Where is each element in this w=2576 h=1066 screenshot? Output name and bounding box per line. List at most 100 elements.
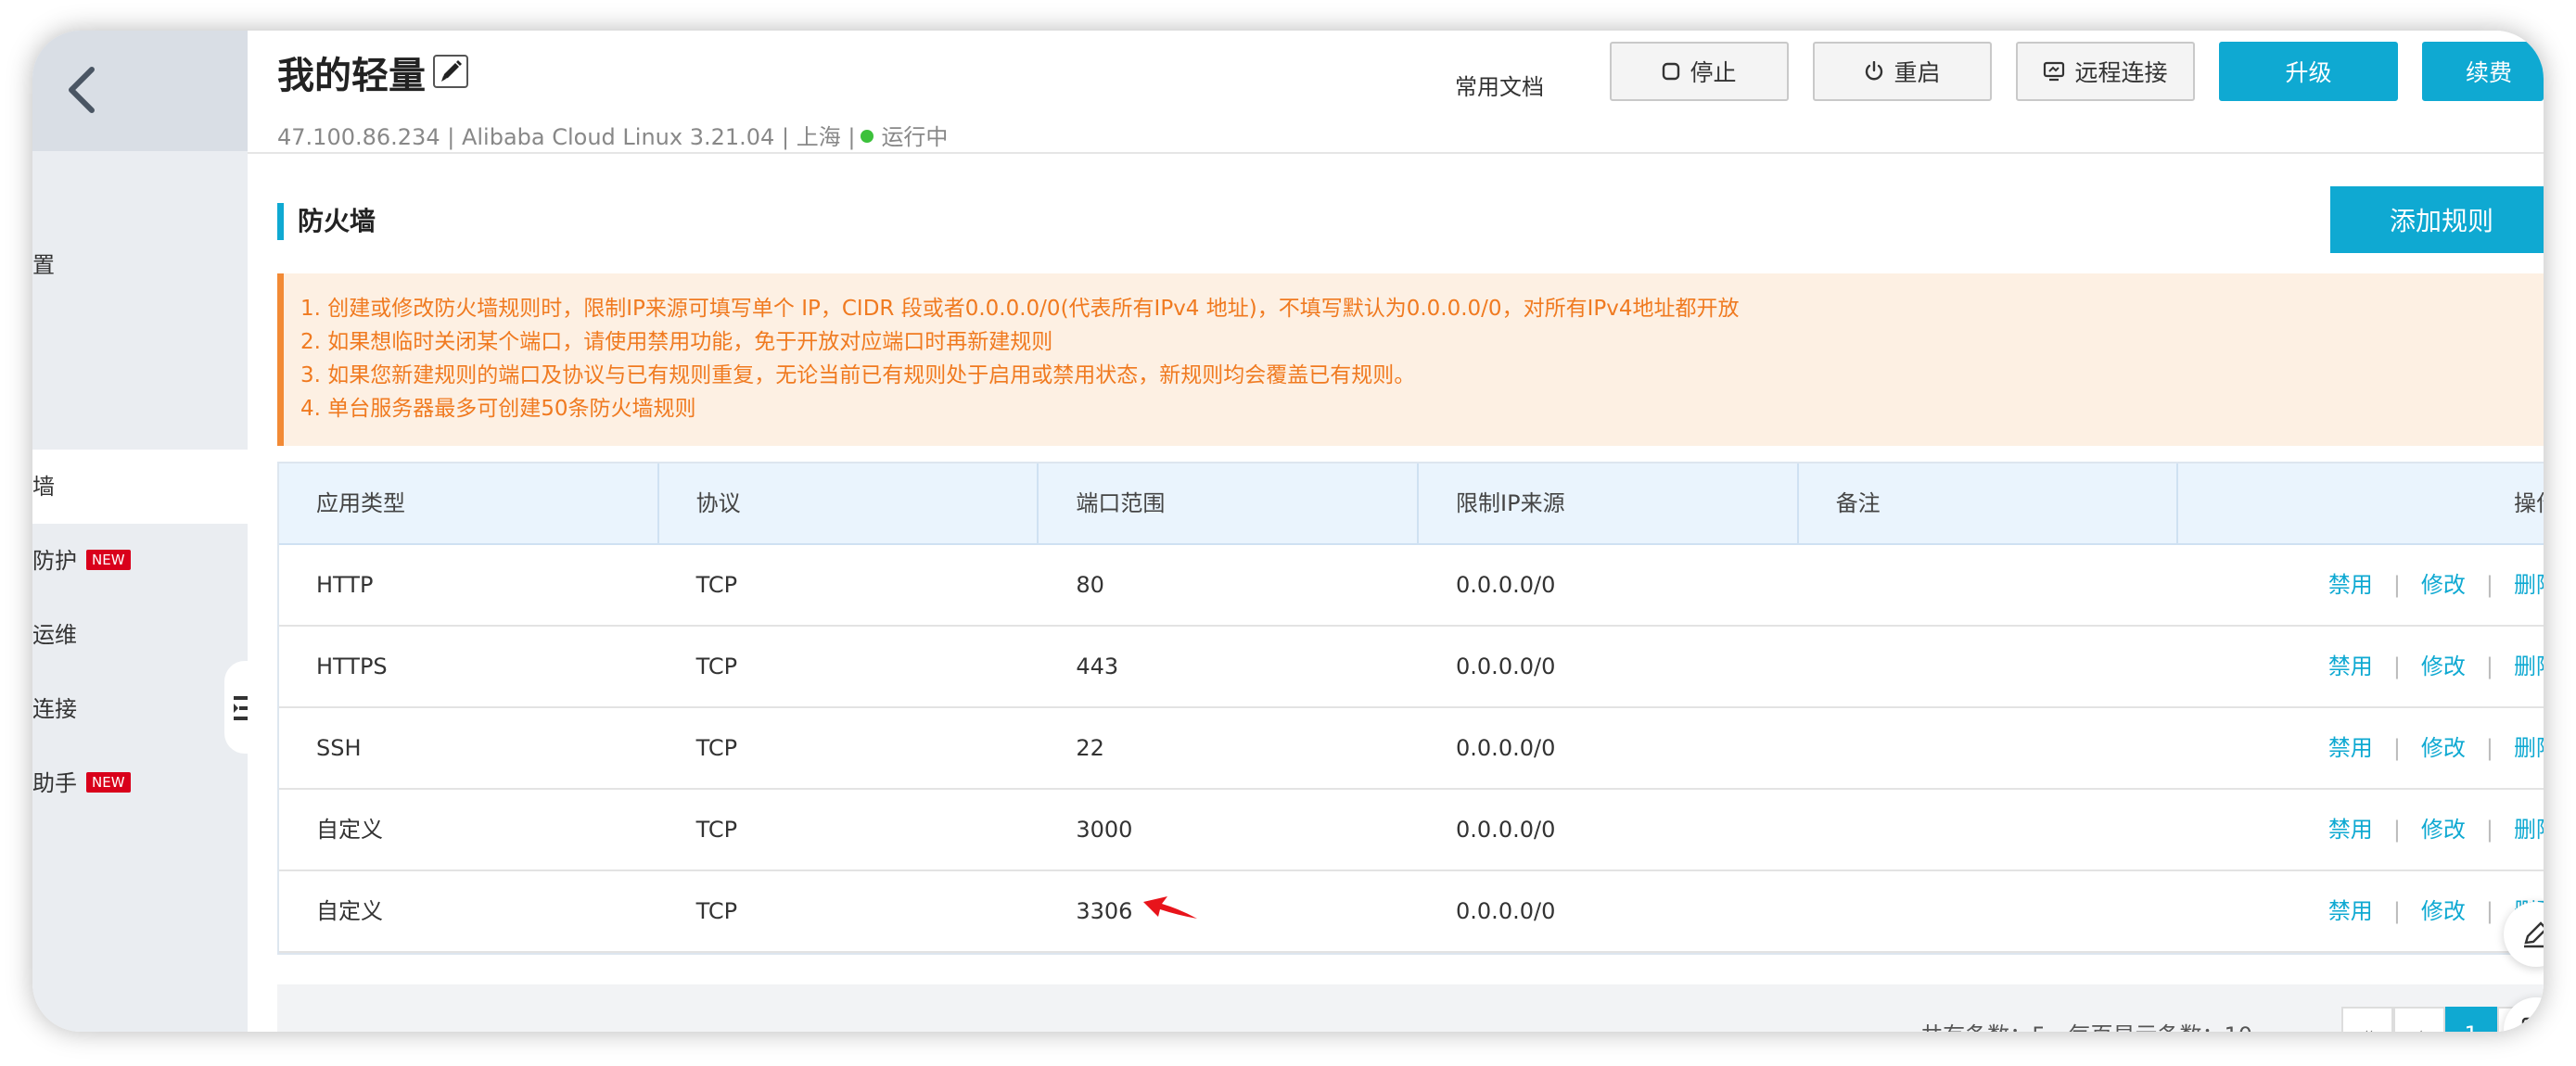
restart-button[interactable]: 重启 <box>1813 42 1992 101</box>
disable-link[interactable]: 禁用 <box>2328 817 2373 843</box>
cell-protocol: TCP <box>695 735 738 761</box>
annotation-arrow-icon <box>1143 896 1198 919</box>
cell-actions: 禁用|修改|删除 <box>2178 871 2544 951</box>
cell-app-type: HTTPS <box>316 654 388 679</box>
upgrade-button[interactable]: 升级 <box>2219 42 2398 101</box>
stop-button[interactable]: 停止 <box>1610 42 1789 101</box>
disable-link[interactable]: 禁用 <box>2328 654 2373 679</box>
cell-source-ip: 0.0.0.0/0 <box>1456 654 1556 679</box>
page-1-button[interactable]: 1 <box>2445 1007 2497 1032</box>
cell-actions: 禁用|修改|删除 <box>2178 708 2544 788</box>
column-header-port-range: 端口范围 <box>1039 463 1420 543</box>
cell-port: 22 <box>1076 735 1104 761</box>
edit-link[interactable]: 修改 <box>2421 817 2466 843</box>
sidebar-item-settings[interactable]: 置 <box>32 228 248 302</box>
disable-link[interactable]: 禁用 <box>2328 898 2373 924</box>
edit-link[interactable]: 修改 <box>2421 735 2466 761</box>
cell-note <box>1799 790 2179 869</box>
main-content: 我的轻量 47.100.86.234 | Alibaba Cloud Linux… <box>248 31 2544 1032</box>
power-icon <box>1866 61 1883 81</box>
back-button[interactable] <box>32 31 248 151</box>
cell-protocol: TCP <box>695 817 738 843</box>
table-header: 应用类型 协议 端口范围 限制IP来源 备注 操作 <box>279 463 2544 545</box>
cell-note <box>1799 871 2179 951</box>
cell-source-ip: 0.0.0.0/0 <box>1456 572 1556 598</box>
column-header-protocol: 协议 <box>659 463 1039 543</box>
pagination-summary: 共有条数：5，每页显示条数：10 <box>1920 1012 2252 1032</box>
cell-actions: 禁用|修改|删除 <box>2178 790 2544 869</box>
docs-link[interactable]: 常用文档 <box>1455 58 1544 116</box>
status-dot <box>861 130 874 143</box>
sidebar-item-label: 运维 <box>32 622 77 648</box>
sidebar-item-label: 防护 <box>32 548 77 574</box>
instance-info: 47.100.86.234 | Alibaba Cloud Linux 3.21… <box>277 124 949 150</box>
edit-name-button[interactable] <box>433 55 468 88</box>
sidebar-item-firewall[interactable]: 墙 <box>32 450 248 524</box>
prev-page-button[interactable]: ‹ <box>2393 1007 2445 1032</box>
cell-actions: 禁用|修改|删除 <box>2178 627 2544 706</box>
column-header-note: 备注 <box>1799 463 2179 543</box>
column-header-app-type: 应用类型 <box>279 463 659 543</box>
cell-protocol: TCP <box>695 572 738 598</box>
section-title: 防火墙 <box>277 203 376 240</box>
pagination-bar: 共有条数：5，每页显示条数：10 « ‹ 1 › <box>277 984 2544 1032</box>
instance-ip: 47.100.86.234 <box>277 124 440 150</box>
sidebar-item-label: 助手 <box>32 770 77 796</box>
sidebar: 置 墙 防护 NEW 运维 连接 助手 NEW <box>32 31 248 1032</box>
edit-link[interactable]: 修改 <box>2421 572 2466 598</box>
column-header-source-ip: 限制IP来源 <box>1419 463 1799 543</box>
notice-line: 3. 如果您新建规则的端口及协议与已有规则重复，无论当前已有规则处于启用或禁用状… <box>300 363 1416 387</box>
sidebar-item-host-protection[interactable]: 防护 NEW <box>32 524 248 598</box>
renew-button[interactable]: 续费 <box>2422 42 2544 101</box>
column-header-actions: 操作 <box>2514 490 2544 516</box>
chevron-left-icon <box>69 67 95 113</box>
table-row: SSH TCP 22 0.0.0.0/0 禁用|修改|删除 <box>279 708 2544 790</box>
new-badge: NEW <box>86 772 131 793</box>
table-row: HTTPS TCP 443 0.0.0.0/0 禁用|修改|删除 <box>279 627 2544 708</box>
page-header: 我的轻量 47.100.86.234 | Alibaba Cloud Linux… <box>248 31 2544 154</box>
new-badge: NEW <box>86 550 131 570</box>
cell-actions: 禁用|修改|删除 <box>2178 545 2544 625</box>
cell-app-type: 自定义 <box>316 817 383 843</box>
sidebar-item-remote[interactable]: 连接 <box>32 672 248 746</box>
table-row: 自定义 TCP 3306 0.0.0.0/0 禁用|修改|删除 <box>279 871 2544 953</box>
page-title: 我的轻量 <box>277 55 426 97</box>
edit-link[interactable]: 修改 <box>2421 898 2466 924</box>
edit-link[interactable]: 修改 <box>2421 654 2466 679</box>
cell-source-ip: 0.0.0.0/0 <box>1456 735 1556 761</box>
sidebar-item-ops[interactable]: 运维 <box>32 598 248 672</box>
cell-note <box>1799 545 2179 625</box>
sidebar-item-label: 连接 <box>32 696 77 722</box>
delete-link[interactable]: 删除 <box>2514 654 2544 679</box>
notice-line: 1. 创建或修改防火墙规则时，限制IP来源可填写单个 IP，CIDR 段或者0.… <box>300 297 1740 321</box>
delete-link[interactable]: 删除 <box>2514 735 2544 761</box>
add-rule-button[interactable]: 添加规则 <box>2330 186 2544 253</box>
table-row: HTTP TCP 80 0.0.0.0/0 禁用|修改|删除 <box>279 545 2544 627</box>
pencil-edit-icon <box>2524 921 2544 948</box>
cell-note <box>1799 627 2179 706</box>
cell-app-type: HTTP <box>316 572 374 598</box>
disable-link[interactable]: 禁用 <box>2328 735 2373 761</box>
cell-port: 80 <box>1076 572 1104 598</box>
cell-note <box>1799 708 2179 788</box>
cell-source-ip: 0.0.0.0/0 <box>1456 817 1556 843</box>
sidebar-item-assistant[interactable]: 助手 NEW <box>32 746 248 820</box>
remote-connect-button[interactable]: 远程连接 <box>2016 42 2195 101</box>
first-page-button[interactable]: « <box>2341 1007 2393 1032</box>
cell-protocol: TCP <box>695 898 738 924</box>
monitor-icon <box>2044 61 2065 82</box>
cell-source-ip: 0.0.0.0/0 <box>1456 898 1556 924</box>
cell-port: 443 <box>1076 654 1119 679</box>
instance-status: 运行中 <box>881 124 949 150</box>
app-window: 置 墙 防护 NEW 运维 连接 助手 NEW 我的轻量 47.100.86.2… <box>32 31 2544 1032</box>
cell-protocol: TCP <box>695 654 738 679</box>
delete-link[interactable]: 删除 <box>2514 572 2544 598</box>
sidebar-item-label: 墙 <box>32 474 55 500</box>
cell-app-type: 自定义 <box>316 898 383 924</box>
disable-link[interactable]: 禁用 <box>2328 572 2373 598</box>
stop-icon <box>1663 62 1680 81</box>
notice-line: 4. 单台服务器最多可创建50条防火墙规则 <box>300 397 696 421</box>
delete-link[interactable]: 删除 <box>2514 817 2544 843</box>
cell-port: 3306 <box>1039 871 1419 951</box>
sidebar-item-label: 置 <box>32 252 55 278</box>
